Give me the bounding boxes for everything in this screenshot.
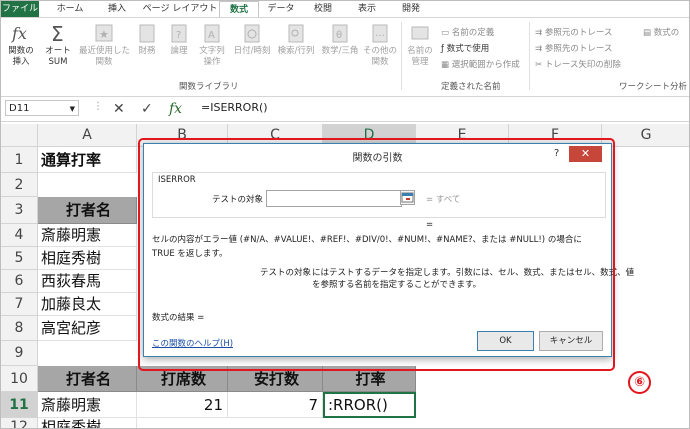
cell-a5[interactable]: 相庭秀樹 bbox=[38, 247, 137, 270]
insert-function-button[interactable]: fx 関数の 挿入 bbox=[5, 22, 37, 68]
step-number-marker: ⑥ bbox=[628, 371, 651, 394]
svg-text:Σ: Σ bbox=[51, 22, 64, 44]
search-book-icon bbox=[285, 22, 307, 44]
row-header[interactable]: 3 bbox=[1, 197, 38, 224]
row-header[interactable]: 10 bbox=[1, 366, 38, 392]
cell-a1[interactable]: 通算打率 bbox=[38, 147, 137, 173]
row-header[interactable]: 9 bbox=[1, 341, 38, 366]
tab-file[interactable]: ファイル bbox=[1, 1, 39, 17]
svg-text:★: ★ bbox=[99, 28, 109, 41]
tab-view[interactable]: 表示 bbox=[347, 1, 387, 17]
function-library-label: 関数ライブラリ bbox=[179, 82, 239, 92]
cell-a8[interactable]: 高宮紀彦 bbox=[38, 316, 137, 341]
cell-a3[interactable]: 打者名 bbox=[38, 197, 137, 224]
row-header[interactable]: 8 bbox=[1, 316, 38, 341]
cell-c11[interactable]: 7 bbox=[228, 392, 323, 418]
row-header[interactable]: 2 bbox=[1, 173, 38, 197]
cell-a12[interactable]: 相庭秀樹 bbox=[38, 418, 137, 428]
column-header-g[interactable]: G bbox=[602, 124, 689, 147]
row-header[interactable]: 5 bbox=[1, 247, 38, 270]
cell-a10[interactable]: 打者名 bbox=[38, 366, 137, 392]
text-book-icon: A bbox=[201, 22, 223, 44]
trace-dependents-icon: ⇉ bbox=[535, 44, 545, 54]
tab-review[interactable]: 校閲 bbox=[303, 1, 343, 17]
datetime-button[interactable]: 日付/時刻 bbox=[231, 22, 273, 57]
ribbon-tabs: ファイル ホーム 挿入 ページ レイアウト 数式 データ 校閲 表示 開発 bbox=[1, 1, 689, 19]
selection-icon: ▦ bbox=[441, 60, 452, 70]
excel-window: ファイル ホーム 挿入 ページ レイアウト 数式 データ 校閲 表示 開発 fx… bbox=[0, 0, 690, 429]
tab-home[interactable]: ホーム bbox=[47, 1, 93, 17]
fx-icon: fx bbox=[10, 22, 32, 44]
clock-book-icon bbox=[241, 22, 263, 44]
name-box[interactable]: D11 ▼ bbox=[5, 100, 79, 116]
cancel-icon[interactable]: ✕ bbox=[113, 101, 125, 117]
tab-page-layout[interactable]: ページ レイアウト bbox=[141, 1, 219, 17]
defined-names-label: 定義された名前 bbox=[441, 82, 501, 92]
cell-a6[interactable]: 西荻春馬 bbox=[38, 270, 137, 293]
financial-button[interactable]: 財務 bbox=[133, 22, 161, 57]
logical-button[interactable]: ? 論理 bbox=[165, 22, 193, 57]
more-functions-button[interactable]: … その他の 関数 bbox=[363, 22, 397, 68]
use-in-formula-button[interactable]: ƒ 数式で使用 bbox=[441, 42, 489, 54]
formula-input[interactable]: =ISERROR() bbox=[201, 100, 268, 116]
formula-auditing-label: ワークシート分析 bbox=[619, 82, 688, 92]
show-formulas-icon: ▤ bbox=[643, 28, 654, 38]
cell-d11[interactable]: :RROR() bbox=[323, 392, 416, 418]
row-header[interactable]: 4 bbox=[1, 224, 38, 247]
svg-text:θ: θ bbox=[336, 30, 342, 41]
trace-dependents-button[interactable]: ⇉ 参照先のトレース bbox=[535, 42, 612, 54]
row-header[interactable]: 12 bbox=[1, 418, 38, 428]
formula-bar: D11 ▼ ⋮ ✕ ✓ fx =ISERROR() bbox=[1, 97, 689, 122]
trace-precedents-button[interactable]: ⇉ 参照元のトレース bbox=[535, 26, 612, 38]
tab-data[interactable]: データ bbox=[261, 1, 301, 17]
chevron-down-icon: ▼ bbox=[69, 105, 75, 113]
star-book-icon: ★ bbox=[93, 22, 115, 44]
row-header[interactable]: 1 bbox=[1, 147, 38, 173]
name-tag-icon bbox=[409, 22, 431, 44]
text-functions-button[interactable]: A 文字列 操作 bbox=[195, 22, 229, 68]
ribbon-separator bbox=[401, 22, 402, 90]
cell-a11[interactable]: 斎藤明憲 bbox=[38, 392, 137, 418]
tab-developer[interactable]: 開発 bbox=[391, 1, 431, 17]
insert-function-icon[interactable]: fx bbox=[169, 101, 182, 117]
create-from-selection-button[interactable]: ▦ 選択範囲から作成 bbox=[441, 58, 520, 70]
sigma-icon: Σ bbox=[47, 22, 69, 46]
highlight-box bbox=[138, 138, 615, 371]
row-header[interactable]: 7 bbox=[1, 293, 38, 316]
book-icon bbox=[136, 22, 158, 44]
row-header[interactable]: 6 bbox=[1, 270, 38, 293]
tag-icon: ▭ bbox=[441, 28, 452, 38]
trace-precedents-icon: ⇉ bbox=[535, 28, 545, 38]
svg-text:?: ? bbox=[176, 30, 181, 41]
dots-book-icon: … bbox=[369, 22, 391, 44]
recent-functions-button[interactable]: ★ 最近使用した 関数 bbox=[79, 22, 130, 68]
autosum-button[interactable]: Σ オート SUM bbox=[41, 22, 75, 68]
define-name-button[interactable]: ▭ 名前の定義 bbox=[441, 26, 494, 38]
math-trig-button[interactable]: θ 数学/三角 bbox=[319, 22, 361, 57]
svg-text:A: A bbox=[208, 30, 215, 41]
svg-text:…: … bbox=[375, 28, 385, 39]
enter-icon[interactable]: ✓ bbox=[141, 101, 153, 117]
cell-b11[interactable]: 21 bbox=[137, 392, 228, 418]
column-header-a[interactable]: A bbox=[38, 124, 137, 147]
select-all-corner[interactable] bbox=[1, 124, 38, 147]
cell-a7[interactable]: 加藤良太 bbox=[38, 293, 137, 316]
lookup-button[interactable]: 検索/行列 bbox=[275, 22, 317, 57]
question-book-icon: ? bbox=[168, 22, 190, 44]
vertical-dots-icon: ⋮ bbox=[93, 101, 103, 112]
name-manager-button[interactable]: 名前の 管理 bbox=[405, 22, 435, 68]
show-formulas-button[interactable]: ▤ 数式の bbox=[643, 26, 679, 38]
theta-book-icon: θ bbox=[329, 22, 351, 44]
remove-arrows-button[interactable]: ✂ トレース矢印の削除 bbox=[535, 58, 621, 70]
svg-text:fx: fx bbox=[11, 24, 27, 43]
tab-insert[interactable]: 挿入 bbox=[97, 1, 137, 17]
ribbon-separator bbox=[529, 22, 530, 90]
cell-a4[interactable]: 斎藤明憲 bbox=[38, 224, 137, 247]
remove-arrows-icon: ✂ bbox=[535, 60, 545, 70]
ribbon: fx 関数の 挿入 Σ オート SUM ★ 最近使用した 関数 財務 ? 論理 … bbox=[1, 17, 689, 97]
row-header[interactable]: 11 bbox=[1, 392, 38, 418]
